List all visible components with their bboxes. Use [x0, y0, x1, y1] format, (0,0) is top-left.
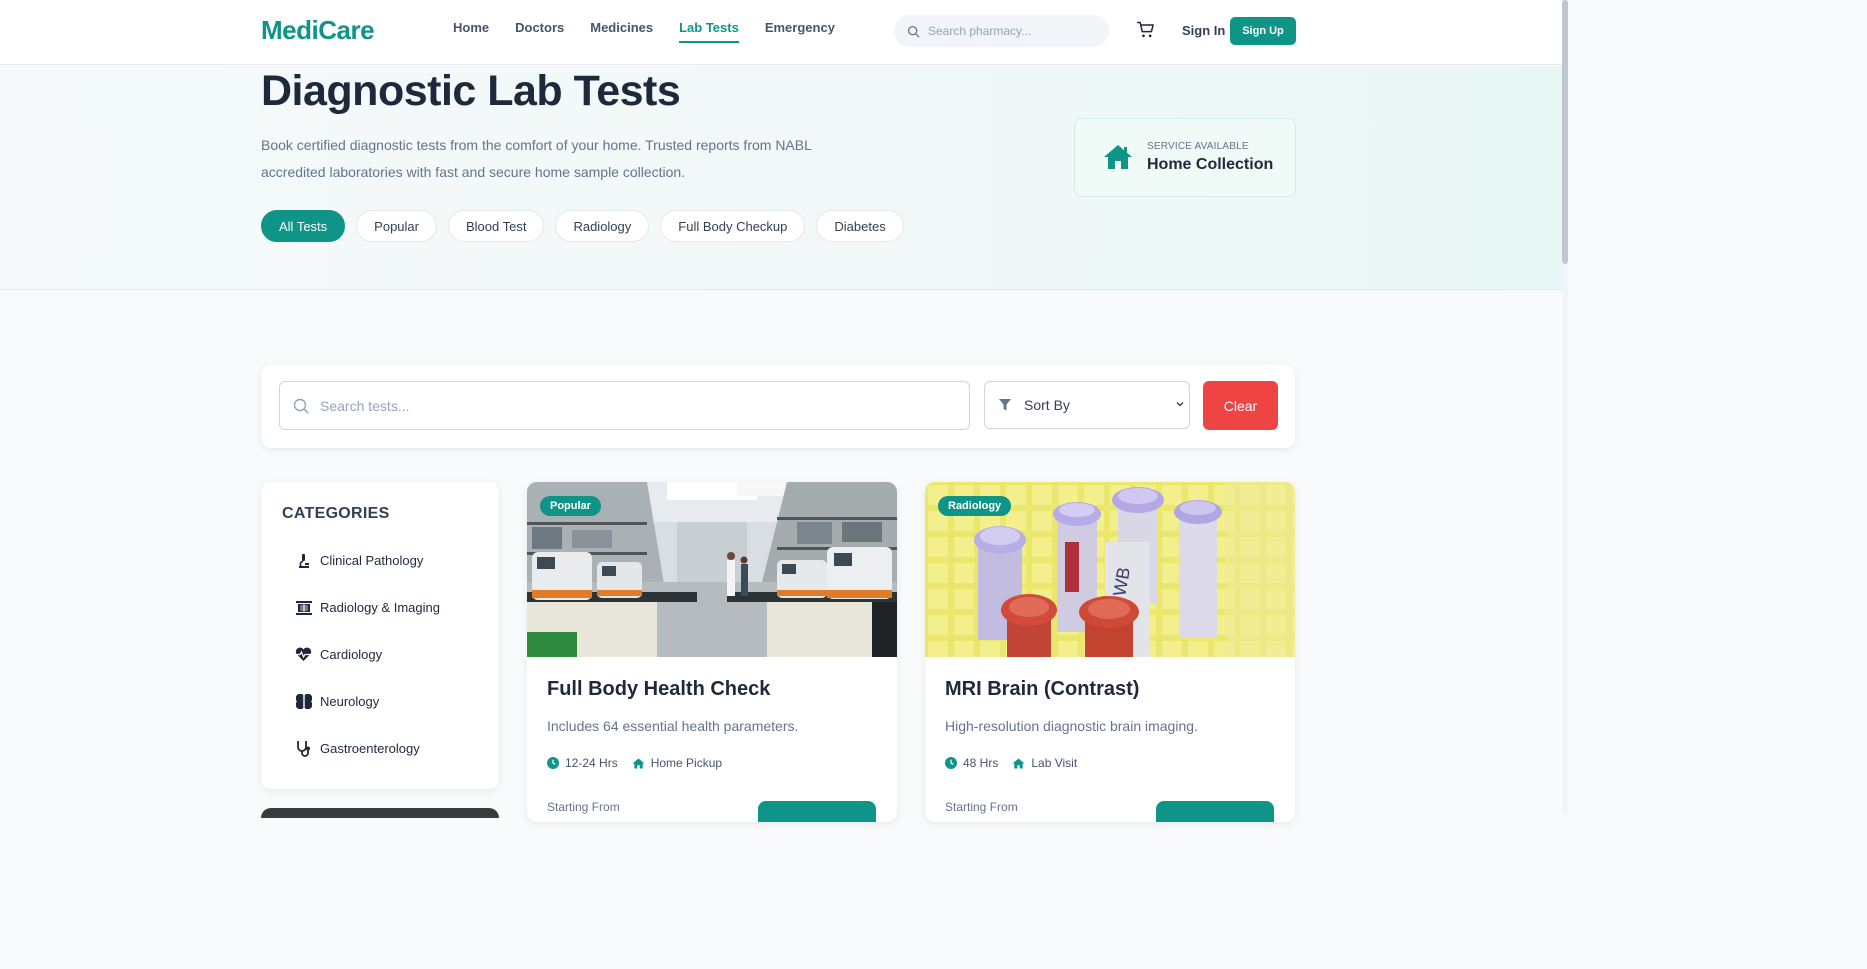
category-label: Radiology & Imaging — [320, 600, 440, 615]
card-title: Full Body Health Check — [547, 678, 771, 700]
brain-icon — [295, 693, 312, 710]
clock-icon — [945, 757, 957, 769]
radiology-badge: Radiology — [938, 496, 1012, 516]
service-title: Home Collection — [1147, 156, 1274, 173]
turnaround-time: 48 Hrs — [945, 756, 998, 770]
card-title: MRI Brain (Contrast) — [945, 678, 1140, 700]
hospital-icon — [1012, 758, 1025, 768]
logo[interactable]: MediCare — [261, 15, 375, 46]
category-neurology[interactable]: Neurology — [295, 693, 379, 710]
pill-blood-test[interactable]: Blood Test — [447, 210, 545, 242]
time-text: 48 Hrs — [963, 756, 999, 770]
card-meta: 48 Hrs Lab Visit — [945, 756, 1077, 770]
service-card: SERVICE AVAILABLE Home Collection — [1074, 118, 1296, 197]
service-label: SERVICE AVAILABLE — [1147, 141, 1249, 152]
pharmacy-search[interactable] — [894, 15, 1109, 47]
filter-bar: Sort By Clear — [261, 365, 1295, 448]
nav-link-emergency[interactable]: Emergency — [765, 20, 835, 43]
collection-mode: Lab Visit — [1012, 756, 1077, 770]
nav-link-doctors[interactable]: Doctors — [515, 20, 564, 43]
pill-all-tests[interactable]: All Tests — [261, 210, 346, 242]
sidebar-next-card — [261, 808, 499, 818]
scrollbar-thumb[interactable] — [1562, 0, 1568, 264]
nav-link-home[interactable]: Home — [453, 20, 489, 43]
nav-link-medicines[interactable]: Medicines — [590, 20, 653, 43]
sidebar-title: CATEGORIES — [282, 505, 390, 522]
navbar: MediCare Home Doctors Medicines Lab Test… — [0, 0, 1562, 65]
stethoscope-icon — [295, 740, 312, 757]
category-label: Gastroenterology — [320, 741, 420, 756]
category-cardiology[interactable]: Cardiology — [295, 646, 382, 663]
card-description: High-resolution diagnostic brain imaging… — [945, 718, 1198, 734]
filter-pills: All Tests Popular Blood Test Radiology F… — [261, 210, 904, 242]
price-label: Starting From — [945, 800, 1018, 814]
page-title: Diagnostic Lab Tests — [261, 67, 681, 115]
clock-icon — [547, 757, 559, 769]
sign-up-button[interactable]: Sign Up — [1230, 17, 1296, 45]
sort-label: Sort By — [1024, 397, 1070, 413]
test-card-mri-brain[interactable]: WB Radiology MRI Brain (Contrast) High-r… — [925, 482, 1295, 822]
card-meta: 12-24 Hrs Home Pickup — [547, 756, 722, 770]
time-text: 12-24 Hrs — [565, 756, 618, 770]
mode-text: Lab Visit — [1031, 756, 1078, 770]
home-icon — [1104, 145, 1132, 169]
sort-select[interactable]: Sort By — [984, 381, 1190, 429]
test-search-input[interactable] — [320, 397, 920, 414]
search-icon — [293, 398, 309, 414]
test-tubes-photo: WB Radiology — [925, 482, 1295, 657]
pharmacy-search-input[interactable] — [928, 24, 1098, 38]
turnaround-time: 12-24 Hrs — [547, 756, 618, 770]
card-description: Includes 64 essential health parameters. — [547, 718, 799, 734]
pill-popular[interactable]: Popular — [356, 210, 437, 242]
filter-icon — [999, 399, 1011, 411]
category-gastroenterology[interactable]: Gastroenterology — [295, 740, 420, 757]
laboratory-photo: Popular — [527, 482, 897, 657]
category-label: Neurology — [320, 694, 380, 709]
book-button[interactable] — [1156, 801, 1274, 822]
collection-mode: Home Pickup — [632, 756, 722, 770]
main-nav: Home Doctors Medicines Lab Tests Emergen… — [453, 20, 835, 43]
category-label: Cardiology — [320, 647, 383, 662]
hero: Diagnostic Lab Tests Book certified diag… — [0, 66, 1562, 290]
pill-diabetes[interactable]: Diabetes — [816, 210, 904, 242]
clear-button[interactable]: Clear — [1203, 381, 1278, 430]
book-button[interactable] — [758, 801, 876, 822]
pill-radiology[interactable]: Radiology — [555, 210, 650, 242]
hero-description: Book certified diagnostic tests from the… — [261, 137, 812, 180]
price-label: Starting From — [547, 800, 620, 814]
sign-in-link[interactable]: Sign In — [1182, 23, 1225, 38]
categories-sidebar: CATEGORIES Clinical Pathology Radiology … — [261, 482, 499, 789]
category-clinical-pathology[interactable]: Clinical Pathology — [295, 552, 423, 569]
popular-badge: Popular — [540, 496, 601, 516]
home-icon — [632, 758, 645, 768]
page-scrollbar[interactable] — [1562, 0, 1568, 814]
mode-text: Home Pickup — [650, 756, 723, 770]
nav-link-lab-tests[interactable]: Lab Tests — [679, 20, 739, 43]
pill-full-body-checkup[interactable]: Full Body Checkup — [660, 210, 806, 242]
category-label: Clinical Pathology — [320, 553, 424, 568]
chevron-down-icon — [1176, 402, 1184, 407]
heart-pulse-icon — [295, 646, 312, 663]
x-ray-icon — [295, 599, 312, 616]
search-icon — [907, 25, 920, 37]
category-radiology-imaging[interactable]: Radiology & Imaging — [295, 599, 440, 616]
test-search[interactable] — [279, 381, 970, 430]
cart-icon[interactable] — [1136, 20, 1156, 40]
test-card-full-body[interactable]: Popular Full Body Health Check Includes … — [527, 482, 897, 822]
microscope-icon — [295, 552, 312, 569]
